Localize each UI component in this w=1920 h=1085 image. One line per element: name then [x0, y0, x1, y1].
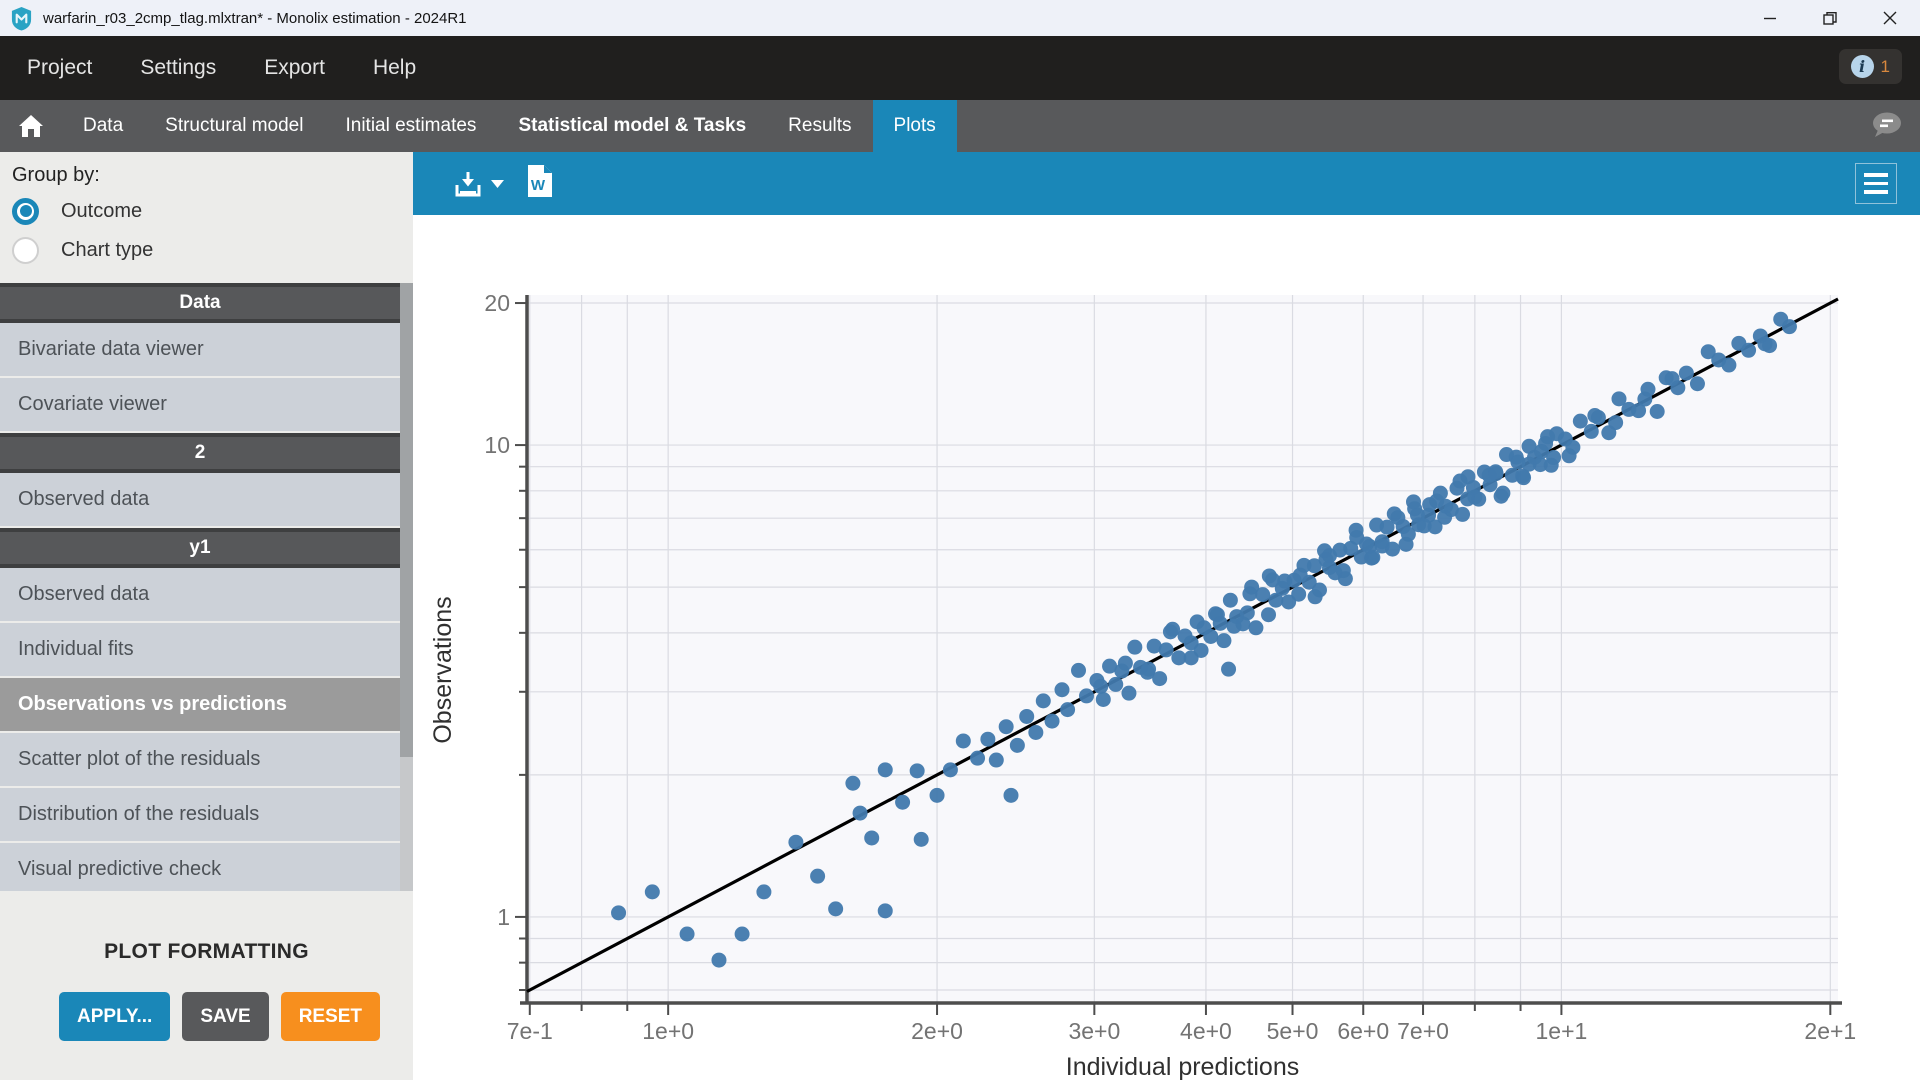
svg-text:1e+0: 1e+0 — [642, 1018, 694, 1044]
tab-structural-model[interactable]: Structural model — [144, 100, 324, 152]
svg-text:7e-1: 7e-1 — [507, 1018, 553, 1044]
group-by-section: Group by: Outcome Chart type — [0, 152, 413, 265]
svg-text:3e+0: 3e+0 — [1068, 1018, 1120, 1044]
sidebar-item-distribution-of-the-residuals[interactable]: Distribution of the residuals — [0, 788, 400, 841]
chat-bubble-icon[interactable] — [1870, 110, 1904, 145]
tab-data[interactable]: Data — [62, 100, 144, 152]
sidebar-item-scatter-plot-of-the-residuals[interactable]: Scatter plot of the residuals — [0, 733, 400, 786]
svg-text:6e+0: 6e+0 — [1337, 1018, 1389, 1044]
close-button[interactable] — [1860, 0, 1920, 36]
window-controls — [1740, 0, 1920, 36]
plot-formatting-title: PLOT FORMATTING — [0, 940, 413, 964]
sidebar-section-header-y1: y1 — [0, 528, 400, 568]
menu-icon — [1864, 173, 1888, 177]
sidebar-item-observations-vs-predictions[interactable]: Observations vs predictions — [0, 678, 400, 731]
plots-sidebar: Group by: Outcome Chart type DataBivariat… — [0, 152, 413, 1080]
sidebar-item-visual-predictive-check[interactable]: Visual predictive check — [0, 843, 400, 891]
tab-initial-estimates[interactable]: Initial estimates — [324, 100, 497, 152]
menu-item-project[interactable]: Project — [27, 56, 92, 80]
sidebar-item-covariate-viewer[interactable]: Covariate viewer — [0, 378, 400, 431]
menu-item-export[interactable]: Export — [264, 56, 325, 80]
info-icon: i — [1851, 55, 1874, 78]
group-by-option-chart-type[interactable]: Chart type — [12, 235, 401, 265]
home-tab[interactable] — [0, 100, 62, 152]
info-badge: 1 — [1881, 57, 1890, 77]
download-icon — [453, 170, 483, 198]
observations-vs-predictions-chart: 7e-1 1e+0 2e+0 3e+0 4e+0 5e+0 6e+0 7e+0 1e+1 2e+1… — [413, 215, 1920, 1080]
plot-formatting-section: PLOT FORMATTING APPLY...SAVE RESET — [0, 891, 413, 1041]
svg-text:Individual predictions: Individual predictions — [1066, 1053, 1299, 1080]
svg-text:1: 1 — [497, 904, 510, 930]
word-document-icon: W — [526, 165, 552, 197]
svg-text:10: 10 — [484, 432, 510, 458]
monolix-app-icon — [10, 6, 33, 31]
save-button[interactable]: SAVE — [182, 992, 268, 1041]
chevron-down-icon — [491, 180, 504, 188]
svg-text:20: 20 — [484, 290, 510, 316]
svg-text:5e+0: 5e+0 — [1267, 1018, 1319, 1044]
home-icon — [17, 113, 45, 139]
sidebar-item-observed-data[interactable]: Observed data — [0, 568, 400, 621]
radio-label: Chart type — [61, 239, 153, 262]
plot-list: DataBivariate data viewerCovariate viewe… — [0, 283, 413, 891]
sidebar-section-header-2: 2 — [0, 433, 400, 473]
sidebar-item-observed-data[interactable]: Observed data — [0, 473, 400, 526]
svg-text:7e+0: 7e+0 — [1397, 1018, 1449, 1044]
apply-button[interactable]: APPLY... — [59, 992, 170, 1041]
sidebar-scrollbar[interactable] — [400, 283, 413, 891]
window-titlebar: warfarin_r03_2cmp_tlag.mlxtran* - Monoli… — [0, 0, 1920, 36]
tab-results[interactable]: Results — [767, 100, 872, 152]
window-title: warfarin_r03_2cmp_tlag.mlxtran* - Monoli… — [43, 10, 467, 27]
download-button[interactable] — [453, 170, 504, 198]
menu-item-settings[interactable]: Settings — [140, 56, 216, 80]
menu-bar: Project Settings Export Help i 1 — [0, 36, 1920, 100]
radio-selected-icon[interactable] — [12, 198, 39, 225]
sidebar-section-header-data: Data — [0, 283, 400, 323]
svg-text:4e+0: 4e+0 — [1180, 1018, 1232, 1044]
group-by-option-outcome[interactable]: Outcome — [12, 196, 401, 226]
sidebar-item-individual-fits[interactable]: Individual fits — [0, 623, 400, 676]
menu-item-help[interactable]: Help — [373, 56, 416, 80]
plot-panel: W 7e-1 1e+0 2e+0 3e+0 4e+0 5e+0 6e+0 7e+0 1e+1 2e… — [413, 152, 1920, 1080]
main-tab-bar: DataStructural modelInitial estimatesSta… — [0, 100, 1920, 152]
svg-text:W: W — [531, 177, 546, 194]
tab-plots[interactable]: Plots — [873, 100, 957, 152]
reset-button[interactable]: RESET — [281, 992, 380, 1041]
restore-button[interactable] — [1800, 0, 1860, 36]
sidebar-item-bivariate-data-viewer[interactable]: Bivariate data viewer — [0, 323, 400, 376]
radio-label: Outcome — [61, 200, 142, 223]
scatter-plot: 7e-1 1e+0 2e+0 3e+0 4e+0 5e+0 6e+0 7e+0 1e+1 2e+1… — [413, 215, 1920, 1080]
tab-statistical-model-tasks[interactable]: Statistical model & Tasks — [497, 100, 767, 152]
info-button[interactable]: i 1 — [1839, 49, 1902, 84]
svg-text:2e+1: 2e+1 — [1804, 1018, 1856, 1044]
svg-text:Observations: Observations — [429, 596, 457, 743]
plot-menu-button[interactable] — [1855, 163, 1897, 204]
svg-text:1e+1: 1e+1 — [1536, 1018, 1588, 1044]
radio-unselected-icon[interactable] — [12, 237, 39, 264]
svg-text:2e+0: 2e+0 — [911, 1018, 963, 1044]
group-by-label: Group by: — [12, 164, 401, 187]
minimize-button[interactable] — [1740, 0, 1800, 36]
plot-toolbar: W — [413, 152, 1920, 215]
export-word-button[interactable]: W — [526, 165, 552, 202]
